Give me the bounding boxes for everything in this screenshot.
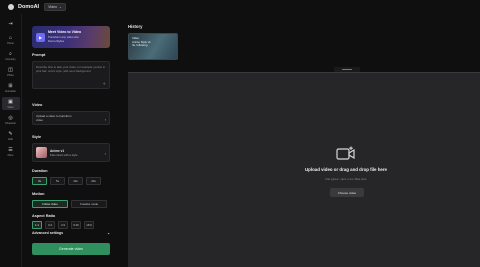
style-label: Style bbox=[32, 135, 42, 139]
duration-label: Duration bbox=[32, 169, 48, 173]
motion-option[interactable]: Creative mode bbox=[71, 200, 107, 208]
rail-item-collapse[interactable]: ⇥ bbox=[2, 17, 20, 30]
history-label: History bbox=[128, 24, 143, 29]
aspect-option[interactable]: 9:16 bbox=[71, 221, 81, 229]
aspect-option[interactable]: 4:3 bbox=[58, 221, 68, 229]
duration-option[interactable]: 5s bbox=[50, 177, 65, 185]
motion-option[interactable]: Follow video bbox=[32, 200, 68, 208]
aspect-option[interactable]: 1:1 bbox=[32, 221, 42, 229]
rail-item-inventory[interactable]: ⌕ Inventory bbox=[2, 49, 20, 62]
prompt-label: Prompt bbox=[32, 53, 46, 57]
rail-label: Inventory bbox=[5, 57, 16, 61]
character-icon: ◎ bbox=[8, 114, 13, 121]
rail-item-character[interactable]: ◎ Character bbox=[2, 113, 20, 126]
advanced-settings-toggle[interactable]: Advanced settings ⌄ bbox=[32, 231, 110, 235]
rail-label: Character bbox=[5, 121, 16, 125]
style-thumbnail bbox=[36, 147, 47, 158]
rail-item-video[interactable]: ▣ Video bbox=[1, 97, 20, 110]
aspect-ratio-label: Aspect Ratio bbox=[32, 214, 56, 218]
prompt-textarea[interactable]: Describe how to alter your video, for ex… bbox=[32, 61, 110, 89]
chevron-right-icon: › bbox=[104, 117, 106, 122]
aspect-ratio-options: 1:1 3:4 4:3 9:16 16:9 bbox=[32, 221, 94, 229]
history-item[interactable]: Video Anime Style v1 3s, following bbox=[128, 33, 178, 60]
advanced-settings-label: Advanced settings bbox=[32, 231, 64, 235]
magic-wand-icon[interactable]: ✧ bbox=[103, 81, 106, 86]
duration-option[interactable]: 3s bbox=[32, 177, 47, 185]
play-icon: ▶ bbox=[36, 32, 45, 42]
image-icon: ◫ bbox=[8, 66, 13, 73]
style-selector[interactable]: Anime v1 Flat colors with a style › bbox=[32, 143, 110, 162]
rail-label: Photo bbox=[7, 73, 14, 77]
prompt-placeholder: Describe how to alter your video, for ex… bbox=[36, 65, 106, 73]
video-card-line: video bbox=[36, 117, 43, 122]
chevron-down-icon: ⌄ bbox=[107, 231, 110, 235]
left-nav-rail: ⇥ ⌂ Home ⌕ Inventory ◫ Photo ⊞ Animation ▣ Vi… bbox=[0, 14, 22, 267]
upload-title: Upload video or drag and drop file here bbox=[305, 167, 387, 172]
grid-icon: ⊞ bbox=[8, 82, 13, 89]
video-label: Video bbox=[32, 103, 43, 107]
search-icon: ⌕ bbox=[9, 50, 12, 57]
upload-subtitle: File types: mp4, mov. Max size bbox=[325, 177, 367, 181]
settings-panel: ▶ Meet Video to Video Transform any vide… bbox=[28, 22, 112, 267]
promo-line: Domo-Styles bbox=[48, 39, 65, 44]
rail-item-more[interactable]: ☰ More bbox=[2, 145, 20, 158]
motion-options: Follow video Creative mode bbox=[32, 200, 107, 208]
rail-label: Home bbox=[7, 41, 14, 45]
rail-label: Animation bbox=[4, 89, 17, 93]
rail-item-edit[interactable]: ✎ Edit bbox=[2, 129, 20, 142]
chevron-right-icon: › bbox=[104, 151, 106, 156]
duration-option[interactable]: 20s bbox=[86, 177, 101, 185]
rail-item-animation[interactable]: ⊞ Animation bbox=[2, 81, 20, 94]
rail-label: Edit bbox=[8, 137, 13, 141]
app-name: DomoAI bbox=[18, 4, 40, 10]
more-icon: ☰ bbox=[8, 146, 13, 153]
collapse-icon: ⇥ bbox=[8, 20, 13, 27]
duration-option[interactable]: 10s bbox=[68, 177, 83, 185]
rail-item-home[interactable]: ⌂ Home bbox=[2, 33, 20, 46]
generate-video-button[interactable]: Generate video bbox=[32, 243, 110, 255]
video-icon: ▣ bbox=[8, 98, 13, 105]
rail-label: Video bbox=[7, 105, 14, 109]
domoai-logo-icon bbox=[8, 4, 14, 10]
top-bar: DomoAI Video ⌄ bbox=[0, 0, 480, 14]
style-desc: Flat colors with a style bbox=[50, 152, 78, 157]
choose-video-button[interactable]: Choose video bbox=[330, 188, 364, 197]
motion-label: Motion bbox=[32, 192, 45, 196]
video-upload-card[interactable]: Upload a video to transform video › bbox=[32, 111, 110, 125]
rail-item-photo[interactable]: ◫ Photo bbox=[2, 65, 20, 78]
home-icon: ⌂ bbox=[8, 34, 13, 41]
promo-banner[interactable]: ▶ Meet Video to Video Transform any vide… bbox=[32, 26, 110, 48]
video-camera-icon bbox=[336, 146, 355, 160]
aspect-option[interactable]: 3:4 bbox=[45, 221, 55, 229]
aspect-option[interactable]: 16:9 bbox=[84, 221, 94, 229]
drag-handle-icon bbox=[342, 68, 352, 71]
edit-icon: ✎ bbox=[8, 130, 13, 137]
history-line: 3s, following bbox=[132, 43, 148, 48]
chevron-down-icon: ⌄ bbox=[58, 5, 62, 9]
version-dropdown[interactable]: Video ⌄ bbox=[44, 3, 66, 11]
duration-options: 3s 5s 10s 20s bbox=[32, 177, 101, 185]
rail-label: More bbox=[7, 153, 14, 157]
version-label: Video bbox=[48, 5, 57, 9]
